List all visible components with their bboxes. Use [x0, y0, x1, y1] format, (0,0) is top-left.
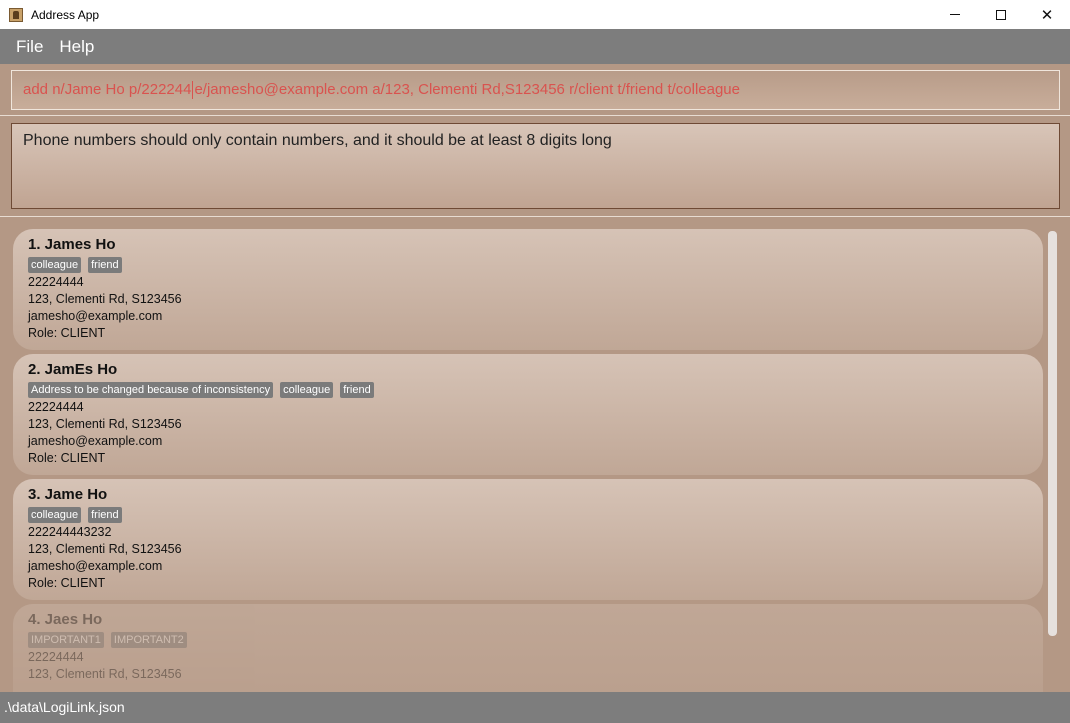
- person-name: 4. Jaes Ho: [28, 611, 103, 628]
- person-role: Role: CLIENT: [28, 576, 106, 590]
- person-name: 2. JamEs Ho: [28, 361, 118, 378]
- person-card[interactable]: 1. James Ho colleague friend 22224444 12…: [13, 229, 1043, 350]
- person-email: jamesho@example.com: [28, 559, 163, 573]
- window-controls: ✕: [932, 0, 1070, 29]
- list-scrollbar[interactable]: [1048, 231, 1057, 636]
- minimize-button[interactable]: [932, 0, 978, 29]
- window-title: Address App: [31, 7, 100, 22]
- person-phone: 22224444: [28, 400, 84, 414]
- tag: colleague: [28, 507, 82, 523]
- menu-help[interactable]: Help: [59, 37, 94, 57]
- command-text-before-caret: add n/Jame Ho p/222244: [23, 81, 192, 98]
- person-address: 123, Clementi Rd, S123456: [28, 542, 182, 556]
- close-button[interactable]: ✕: [1024, 0, 1070, 29]
- person-role: Role: CLIENT: [28, 326, 106, 340]
- tag: friend: [88, 257, 122, 273]
- result-display-container: Phone numbers should only contain number…: [0, 117, 1070, 217]
- person-address: 123, Clementi Rd, S123456: [28, 667, 182, 681]
- tag-list: colleague friend: [28, 507, 1028, 523]
- maximize-icon: [996, 9, 1006, 20]
- tag: friend: [88, 507, 122, 523]
- menu-file[interactable]: File: [16, 37, 43, 57]
- tag-list: IMPORTANT1 IMPORTANT2: [28, 632, 1028, 648]
- tag-list: Address to be changed because of inconsi…: [28, 382, 1028, 398]
- command-text-after-caret: e/jamesho@example.com a/123, Clementi Rd…: [194, 81, 740, 98]
- result-message: Phone numbers should only contain number…: [23, 132, 612, 149]
- address-book-icon: [9, 7, 23, 22]
- person-email: jamesho@example.com: [28, 309, 163, 323]
- result-display[interactable]: Phone numbers should only contain number…: [11, 123, 1060, 209]
- tag: IMPORTANT1: [28, 632, 104, 648]
- close-icon: ✕: [1040, 5, 1054, 24]
- person-card[interactable]: 2. JamEs Ho Address to be changed becaus…: [13, 354, 1043, 475]
- person-address: 123, Clementi Rd, S123456: [28, 292, 182, 306]
- person-card[interactable]: 4. Jaes Ho IMPORTANT1 IMPORTANT2 2222444…: [13, 604, 1043, 692]
- tag: colleague: [280, 382, 334, 398]
- tag: IMPORTANT2: [110, 632, 187, 648]
- person-phone: 22224444: [28, 275, 84, 289]
- menu-bar: File Help: [0, 29, 1070, 64]
- window-title-bar: Address App ✕: [0, 0, 1070, 29]
- person-role: Role: CLIENT: [28, 451, 106, 465]
- tag: colleague: [28, 257, 82, 273]
- person-name: 1. James Ho: [28, 236, 116, 253]
- person-address: 123, Clementi Rd, S123456: [28, 417, 182, 431]
- person-phone: 222244443232: [28, 525, 112, 539]
- person-name: 3. Jame Ho: [28, 486, 108, 503]
- person-email: jamesho@example.com: [28, 434, 163, 448]
- person-card[interactable]: 3. Jame Ho colleague friend 222244443232…: [13, 479, 1043, 600]
- save-file-path: .\data\LogiLink.json: [4, 699, 125, 715]
- person-list[interactable]: 1. James Ho colleague friend 22224444 12…: [0, 218, 1070, 692]
- status-bar: .\data\LogiLink.json: [0, 692, 1070, 723]
- command-box-container: add n/Jame Ho p/222244 e/jamesho@example.…: [0, 64, 1070, 116]
- command-input[interactable]: add n/Jame Ho p/222244 e/jamesho@example.…: [11, 70, 1060, 110]
- person-phone: 22224444: [28, 650, 84, 664]
- tag: Address to be changed because of inconsi…: [28, 382, 274, 398]
- tag-list: colleague friend: [28, 257, 1028, 273]
- minimize-icon: [950, 14, 960, 15]
- maximize-button[interactable]: [978, 0, 1024, 29]
- tag: friend: [340, 382, 374, 398]
